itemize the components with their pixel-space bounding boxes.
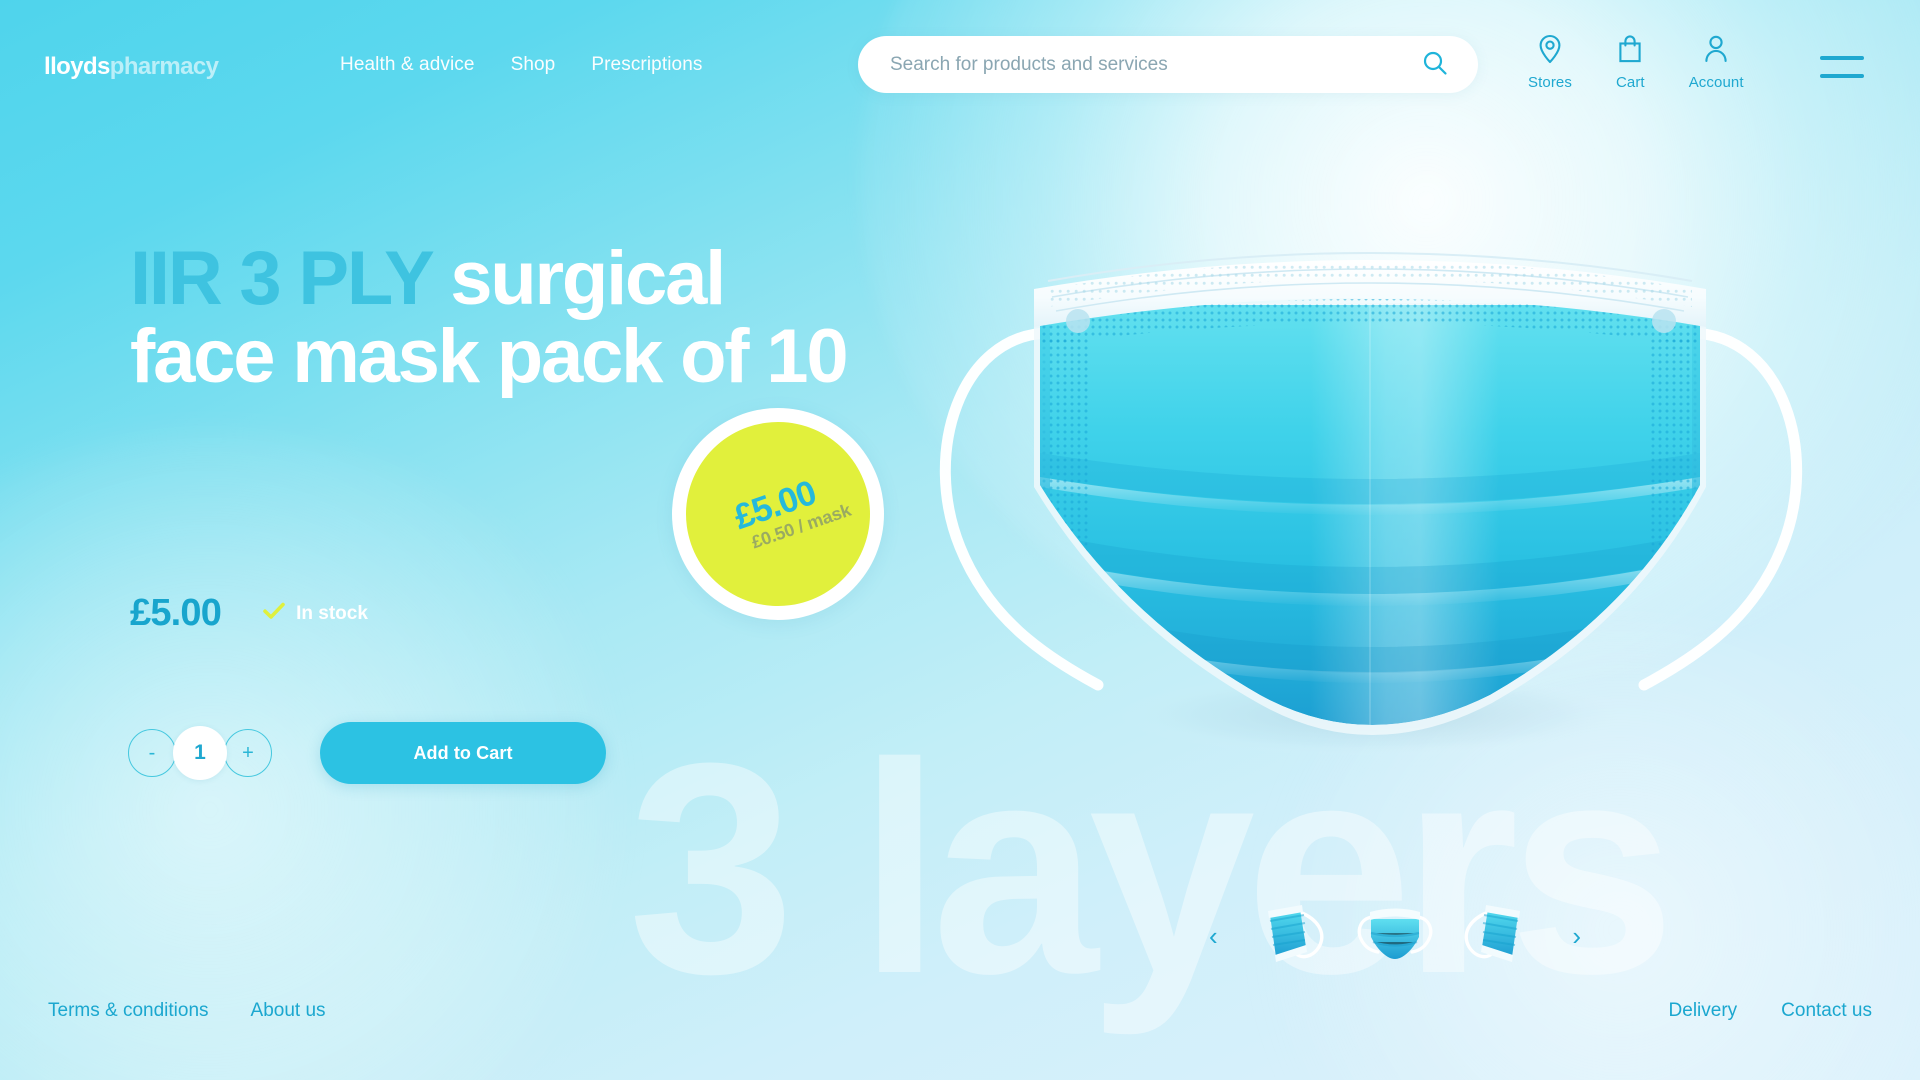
utility-navigation: Stores Cart Account (1528, 34, 1744, 91)
add-to-cart-button[interactable]: Add to Cart (320, 722, 606, 784)
quantity-value[interactable]: 1 (173, 726, 227, 780)
carousel-prev-button[interactable]: ‹ (1205, 923, 1222, 949)
carousel-thumbnails (1251, 897, 1539, 975)
hamburger-line-bottom (1820, 74, 1864, 78)
brand-logo-lloyds: lloyds (44, 53, 110, 80)
user-account-icon (1703, 34, 1729, 69)
nav-item-health-advice[interactable]: Health & advice (340, 54, 475, 76)
site-header: lloydspharmacy Health & advice Shop Pres… (0, 0, 1920, 112)
mask-angled-left-thumb[interactable] (1251, 897, 1339, 975)
hamburger-line-top (1820, 56, 1864, 60)
search-submit-button[interactable] (1418, 48, 1452, 82)
footer-links-right: Delivery Contact us (1669, 1000, 1872, 1022)
util-label-stores: Stores (1528, 74, 1572, 91)
price-and-stock-row: £5.00 In stock (130, 592, 368, 635)
util-item-account[interactable]: Account (1689, 34, 1744, 91)
util-label-cart: Cart (1615, 74, 1645, 91)
search-icon (1422, 50, 1448, 79)
search-input[interactable] (890, 53, 1418, 76)
main-navigation: Health & advice Shop Prescriptions (340, 54, 702, 76)
headline-accent: IIR 3 PLY (130, 236, 433, 321)
footer-links-left: Terms & conditions About us (48, 1000, 326, 1022)
quantity-increment-button[interactable]: + (224, 729, 272, 777)
nav-item-prescriptions[interactable]: Prescriptions (591, 54, 702, 76)
product-hero-image (930, 185, 1810, 765)
quantity-stepper: - 1 + (128, 726, 272, 780)
check-icon (263, 602, 285, 626)
footer-link-delivery[interactable]: Delivery (1669, 1000, 1738, 1022)
product-price: £5.00 (130, 592, 222, 634)
brand-logo-pharmacy: pharmacy (109, 53, 219, 80)
price-badge-inner: £5.00 £0.50 / mask (661, 397, 895, 631)
mask-front-thumb[interactable] (1351, 897, 1439, 975)
brand-logo[interactable]: lloydspharmacy (44, 53, 219, 81)
hero-copy: IIR 3 PLY surgical face mask pack of 10 (130, 239, 870, 397)
status-badge: In stock (263, 602, 368, 626)
carousel-next-button[interactable]: › (1568, 923, 1585, 949)
mask-angled-right-thumb[interactable] (1451, 897, 1539, 975)
util-item-stores[interactable]: Stores (1528, 34, 1572, 91)
util-item-cart[interactable]: Cart (1616, 34, 1645, 91)
page-root: 3 layers lloydspharmacy Health & advice … (0, 0, 1920, 1080)
util-label-account: Account (1688, 74, 1744, 91)
purchase-controls: - 1 + Add to Cart (128, 722, 606, 784)
hamburger-menu-icon[interactable] (1820, 56, 1864, 78)
stock-label: In stock (296, 602, 368, 624)
footer-link-contact-us[interactable]: Contact us (1781, 1000, 1872, 1022)
page-title: IIR 3 PLY surgical face mask pack of 10 (130, 239, 870, 397)
nav-item-shop[interactable]: Shop (511, 54, 556, 76)
footer-link-about-us[interactable]: About us (251, 1000, 326, 1022)
quantity-decrement-button[interactable]: - (128, 729, 176, 777)
search-bar[interactable] (858, 36, 1478, 93)
location-pin-icon (1537, 34, 1563, 69)
shopping-bag-icon (1617, 34, 1643, 69)
image-carousel: ‹ › (1205, 890, 1585, 982)
footer-link-terms-conditions[interactable]: Terms & conditions (48, 1000, 209, 1022)
price-badge: £5.00 £0.50 / mask (661, 397, 895, 631)
